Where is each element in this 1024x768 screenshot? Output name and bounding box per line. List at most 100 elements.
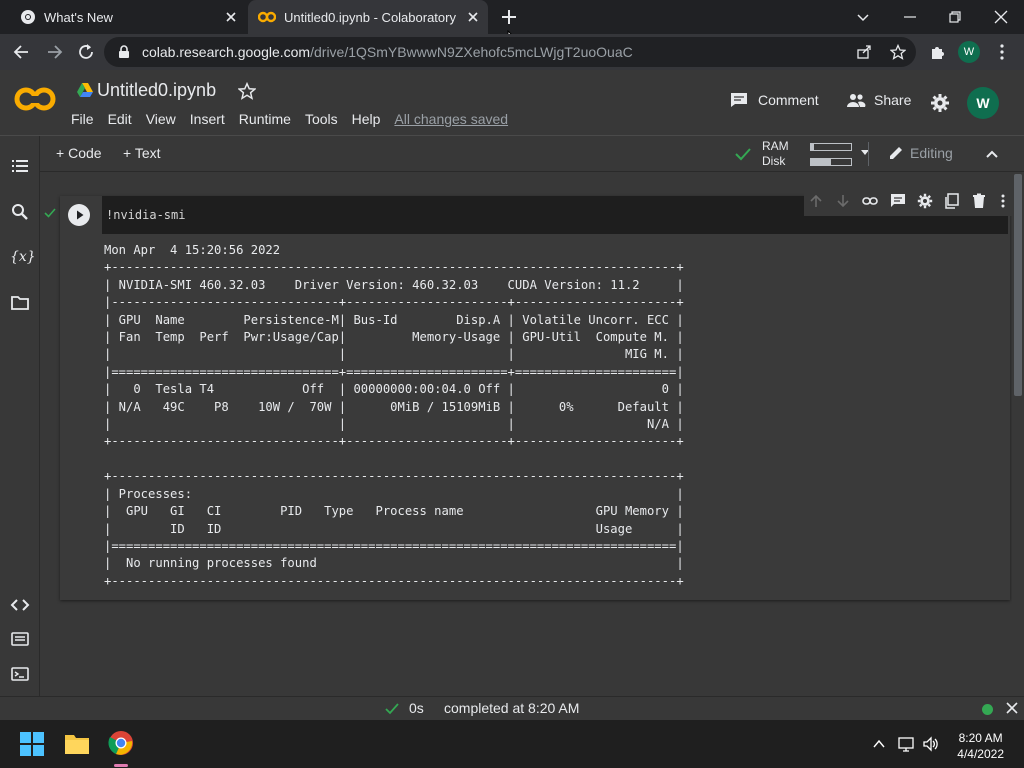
pencil-icon <box>888 145 904 161</box>
close-icon[interactable] <box>222 8 240 26</box>
ram-meter-fill <box>811 144 815 150</box>
disk-label: Disk <box>762 154 786 168</box>
notebook-title[interactable]: Untitled0.ipynb <box>97 80 216 101</box>
menu-bar: File Edit View Insert Runtime Tools Help… <box>71 111 522 127</box>
menu-tools[interactable]: Tools <box>305 111 338 127</box>
tab-colab[interactable]: Untitled0.ipynb - Colaboratory <box>248 0 488 34</box>
browser-menu-icon[interactable] <box>998 43 1006 61</box>
move-down-icon[interactable] <box>835 193 851 209</box>
status-check-icon <box>384 701 400 717</box>
profile-avatar[interactable]: W <box>958 41 980 63</box>
notebook-scrollbar[interactable] <box>1012 172 1024 696</box>
terminal-icon[interactable] <box>10 664 30 684</box>
url-text: colab.research.google.com/drive/1QSmYBww… <box>142 44 633 60</box>
run-cell-button[interactable] <box>68 204 90 226</box>
connected-check-icon <box>734 145 752 163</box>
volume-icon[interactable] <box>922 735 940 753</box>
menu-edit[interactable]: Edit <box>108 111 132 127</box>
share-page-icon[interactable] <box>856 44 872 60</box>
browser-toolbar: colab.research.google.com/drive/1QSmYBww… <box>0 34 1024 70</box>
tab-whats-new[interactable]: What's New <box>8 0 246 34</box>
chevron-up-icon[interactable] <box>984 146 1000 162</box>
variables-icon[interactable]: {x} <box>10 247 36 267</box>
windows-taskbar: 8:20 AM 4/4/2022 <box>0 720 1024 768</box>
menu-runtime[interactable]: Runtime <box>239 111 291 127</box>
code-cell[interactable]: !nvidia-smi Mon Apr 4 15:20:56 2022 +---… <box>44 186 1012 600</box>
restore-button[interactable] <box>945 7 965 27</box>
minimize-button[interactable] <box>900 7 920 27</box>
share-button[interactable]: Share <box>846 92 911 108</box>
lock-icon <box>118 45 130 59</box>
comment-button[interactable]: Comment <box>730 92 819 108</box>
link-icon[interactable] <box>862 193 878 209</box>
resources-indicator[interactable]: RAM Disk <box>756 139 880 169</box>
notebook-area[interactable]: !nvidia-smi Mon Apr 4 15:20:56 2022 +---… <box>40 172 1012 696</box>
disk-meter-fill <box>811 159 831 165</box>
back-button[interactable] <box>12 42 32 62</box>
mirror-cell-icon[interactable] <box>944 193 960 209</box>
settings-gear-icon[interactable] <box>930 93 950 113</box>
file-explorer-icon[interactable] <box>64 732 90 756</box>
command-palette-icon[interactable] <box>10 629 30 649</box>
active-app-indicator <box>114 764 128 767</box>
plus-icon: + <box>123 145 132 161</box>
bookmark-star-icon[interactable] <box>890 44 906 60</box>
disk-meter <box>810 158 852 166</box>
code-text[interactable]: !nvidia-smi <box>106 208 185 222</box>
cell-executed-check-icon <box>44 207 56 219</box>
menu-file[interactable]: File <box>71 111 94 127</box>
colab-header: Untitled0.ipynb File Edit View Insert Ru… <box>0 70 1024 136</box>
add-code-button[interactable]: + Code <box>56 145 102 161</box>
plus-icon: + <box>56 145 65 161</box>
star-icon[interactable] <box>238 82 256 100</box>
runtime-status-dot <box>982 704 993 715</box>
user-avatar[interactable]: W <box>967 87 999 119</box>
taskbar-clock[interactable]: 8:20 AM 4/4/2022 <box>957 730 1004 762</box>
table-of-contents-icon[interactable] <box>10 156 30 176</box>
save-status[interactable]: All changes saved <box>394 111 508 127</box>
reload-button[interactable] <box>76 42 96 62</box>
forward-button[interactable] <box>44 42 64 62</box>
ram-meter <box>810 143 852 151</box>
code-snippets-icon[interactable] <box>10 595 30 615</box>
clock-date: 4/4/2022 <box>957 747 1004 761</box>
folder-icon[interactable] <box>10 293 30 313</box>
people-icon <box>846 93 866 107</box>
notebook-toolbar: + Code + Text RAM Disk Editing <box>40 136 1024 172</box>
add-text-button[interactable]: + Text <box>123 145 161 161</box>
toolbar-divider <box>868 142 869 166</box>
search-icon[interactable] <box>10 202 30 222</box>
delete-trash-icon[interactable] <box>971 193 987 209</box>
clock-time: 8:20 AM <box>958 731 1003 745</box>
tab-title: Untitled0.ipynb - Colaboratory <box>284 10 456 25</box>
editing-mode-button[interactable]: Editing <box>888 145 953 161</box>
windows-start-icon[interactable] <box>20 732 44 756</box>
chrome-icon <box>20 9 36 25</box>
browser-tab-strip: What's New Untitled0.ipynb - Colaborator… <box>0 0 1024 48</box>
window-close-button[interactable] <box>991 7 1011 27</box>
close-icon[interactable] <box>464 8 482 26</box>
left-sidebar: {x} <box>0 136 40 696</box>
new-tab-button[interactable] <box>497 5 521 29</box>
scrollbar-thumb[interactable] <box>1014 174 1022 396</box>
menu-insert[interactable]: Insert <box>190 111 225 127</box>
network-icon[interactable] <box>898 735 916 753</box>
more-options-icon[interactable] <box>1000 193 1006 209</box>
url-host: colab.research.google.com <box>142 44 311 60</box>
comment-icon <box>730 92 748 108</box>
menu-help[interactable]: Help <box>352 111 381 127</box>
comment-icon[interactable] <box>890 193 906 209</box>
colab-logo[interactable] <box>14 84 56 114</box>
tab-search-button[interactable] <box>853 7 873 27</box>
menu-view[interactable]: View <box>146 111 176 127</box>
add-text-label: Text <box>134 145 161 161</box>
extensions-puzzle-icon[interactable] <box>929 43 947 61</box>
chrome-taskbar-icon[interactable] <box>108 730 134 756</box>
move-up-icon[interactable] <box>808 193 824 209</box>
cell-settings-gear-icon[interactable] <box>917 193 933 209</box>
address-bar[interactable]: colab.research.google.com/drive/1QSmYBww… <box>104 37 916 67</box>
status-close-icon[interactable] <box>1004 700 1020 716</box>
show-hidden-icons-chevron-icon[interactable] <box>872 737 886 751</box>
execution-message[interactable]: completed at 8:20 AM <box>444 700 579 716</box>
comment-label: Comment <box>758 92 819 108</box>
